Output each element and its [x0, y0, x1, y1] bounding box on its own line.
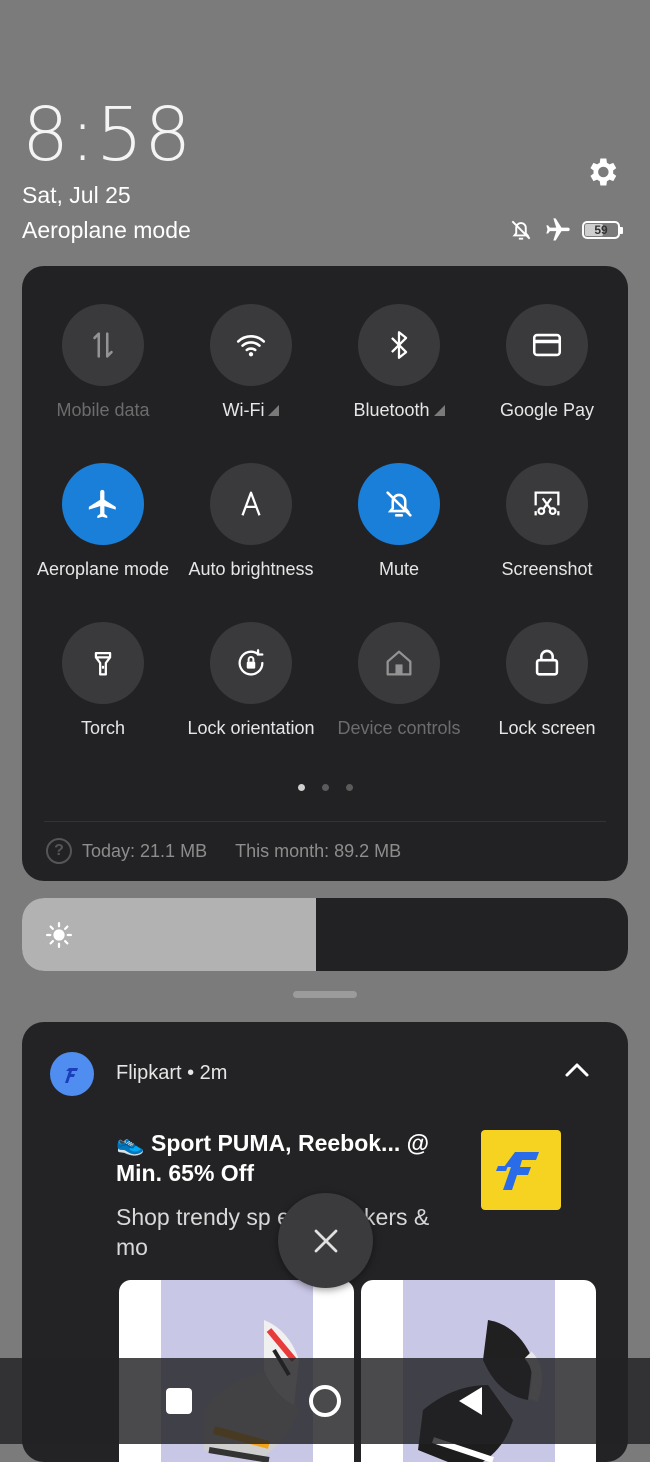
tile-label-text: Google Pay: [499, 400, 595, 420]
tile-label-text: Lock screen: [498, 718, 596, 738]
signal-indicator-icon: [433, 405, 445, 416]
card-icon: [532, 333, 562, 357]
date: Sat, Jul 25: [22, 182, 131, 208]
close-icon: [314, 1229, 337, 1252]
tile-button[interactable]: [210, 304, 292, 386]
tile-button[interactable]: [210, 622, 292, 704]
tile-button[interactable]: [62, 622, 144, 704]
notification-app-name: Flipkart • 2m: [116, 1062, 228, 1084]
tile-button[interactable]: [62, 304, 144, 386]
network-mode-label: Aeroplane mode: [22, 217, 191, 243]
help-icon: ?: [46, 838, 72, 864]
home-icon: [386, 650, 412, 676]
tile-button[interactable]: [358, 622, 440, 704]
tile-button[interactable]: [506, 463, 588, 545]
tile-label: Wi-Fi: [223, 400, 280, 421]
tile-torch[interactable]: Torch: [28, 622, 178, 739]
tile-label-text: Lock orientation: [187, 718, 315, 738]
tile-button[interactable]: [210, 463, 292, 545]
page-dot: [345, 784, 353, 791]
dismiss-close-button[interactable]: [278, 1193, 373, 1288]
tile-screenshot[interactable]: Screenshot: [472, 463, 622, 580]
tile-auto-brightness[interactable]: Auto brightness: [176, 463, 326, 580]
collapse-chevron-icon[interactable]: [562, 1058, 592, 1082]
tile-button[interactable]: [62, 463, 144, 545]
tile-lock-orientation[interactable]: Lock orientation: [176, 622, 326, 739]
tile-label-text: Aeroplane mode: [36, 559, 170, 579]
tile-label-text: Mute: [378, 559, 420, 579]
screenshot-icon: [534, 491, 560, 516]
recents-square-icon[interactable]: [166, 1388, 192, 1414]
airplane-icon: [88, 489, 116, 519]
tile-aeroplane-mode[interactable]: Aeroplane mode: [28, 463, 178, 580]
auto-brightness-icon: [241, 491, 261, 516]
drag-handle[interactable]: [293, 991, 357, 998]
tile-label: Device controls: [337, 718, 460, 739]
tile-bluetooth[interactable]: Bluetooth: [324, 304, 474, 421]
signal-indicator-icon: [268, 405, 280, 416]
brightness-sun-icon: [46, 922, 72, 948]
bell-off-icon: [386, 491, 412, 517]
navigation-bar: [0, 1358, 650, 1444]
wifi-icon: [236, 335, 266, 357]
tile-device-controls[interactable]: Device controls: [324, 622, 474, 739]
tile-wi-fi[interactable]: Wi-Fi: [176, 304, 326, 421]
data-usage[interactable]: ? Today: 21.1 MB This month: 89.2 MB: [46, 838, 401, 864]
quick-settings-panel: Mobile data Wi-Fi Bluetooth Google Pay Aerop…: [22, 266, 628, 881]
tile-label: Mobile data: [56, 400, 149, 421]
page-dot: [321, 784, 329, 791]
tile-label-text: Mobile data: [56, 400, 150, 420]
tile-label: Auto brightness: [188, 559, 313, 580]
battery-indicator: 59: [582, 221, 623, 239]
tile-button[interactable]: [506, 304, 588, 386]
tile-google-pay[interactable]: Google Pay: [472, 304, 622, 421]
tile-label: Torch: [81, 718, 125, 739]
tile-label: Bluetooth: [353, 400, 445, 421]
page-indicator: [22, 784, 628, 791]
tile-label-text: Device controls: [337, 718, 461, 738]
rotation-lock-icon: [238, 649, 264, 676]
tile-label: Lock orientation: [187, 718, 314, 739]
bluetooth-icon: [391, 331, 408, 359]
tile-label-text: Bluetooth: [353, 400, 430, 420]
tile-label: Google Pay: [500, 400, 594, 421]
tile-label: Lock screen: [498, 718, 595, 739]
tile-label-text: Auto brightness: [188, 559, 314, 579]
settings-gear-icon[interactable]: [584, 154, 620, 190]
notification-title: 👟 Sport PUMA, Reebok... @ Min. 65% Off: [116, 1130, 430, 1186]
status-icons: 59: [508, 216, 623, 244]
airplane-icon: [546, 218, 570, 241]
back-triangle-icon[interactable]: [456, 1385, 486, 1417]
tile-label: Screenshot: [501, 559, 592, 580]
clock: 8:58: [22, 92, 193, 178]
usage-today: Today: 21.1 MB: [82, 840, 208, 861]
mobile-data-icon: [93, 332, 113, 358]
torch-icon: [94, 651, 112, 676]
bell-off-icon: [511, 220, 531, 240]
home-circle-icon[interactable]: [307, 1383, 343, 1419]
tile-button[interactable]: [506, 622, 588, 704]
tile-button[interactable]: [358, 463, 440, 545]
flipkart-app-icon: [50, 1052, 94, 1096]
tile-lock-screen[interactable]: Lock screen: [472, 622, 622, 739]
lock-icon: [535, 649, 559, 676]
tile-label-text: Screenshot: [501, 559, 593, 579]
page-dot: [297, 784, 305, 791]
flipkart-logo: [481, 1130, 561, 1210]
tile-mobile-data[interactable]: Mobile data: [28, 304, 178, 421]
tile-label-text: Torch: [80, 718, 125, 738]
tile-mute[interactable]: Mute: [324, 463, 474, 580]
tile-button[interactable]: [358, 304, 440, 386]
tile-label: Aeroplane mode: [37, 559, 169, 580]
usage-month: This month: 89.2 MB: [235, 840, 402, 861]
tile-label: Mute: [379, 559, 419, 580]
divider: [44, 821, 606, 822]
tile-label-text: Wi-Fi: [222, 400, 265, 420]
brightness-slider[interactable]: [22, 898, 628, 971]
